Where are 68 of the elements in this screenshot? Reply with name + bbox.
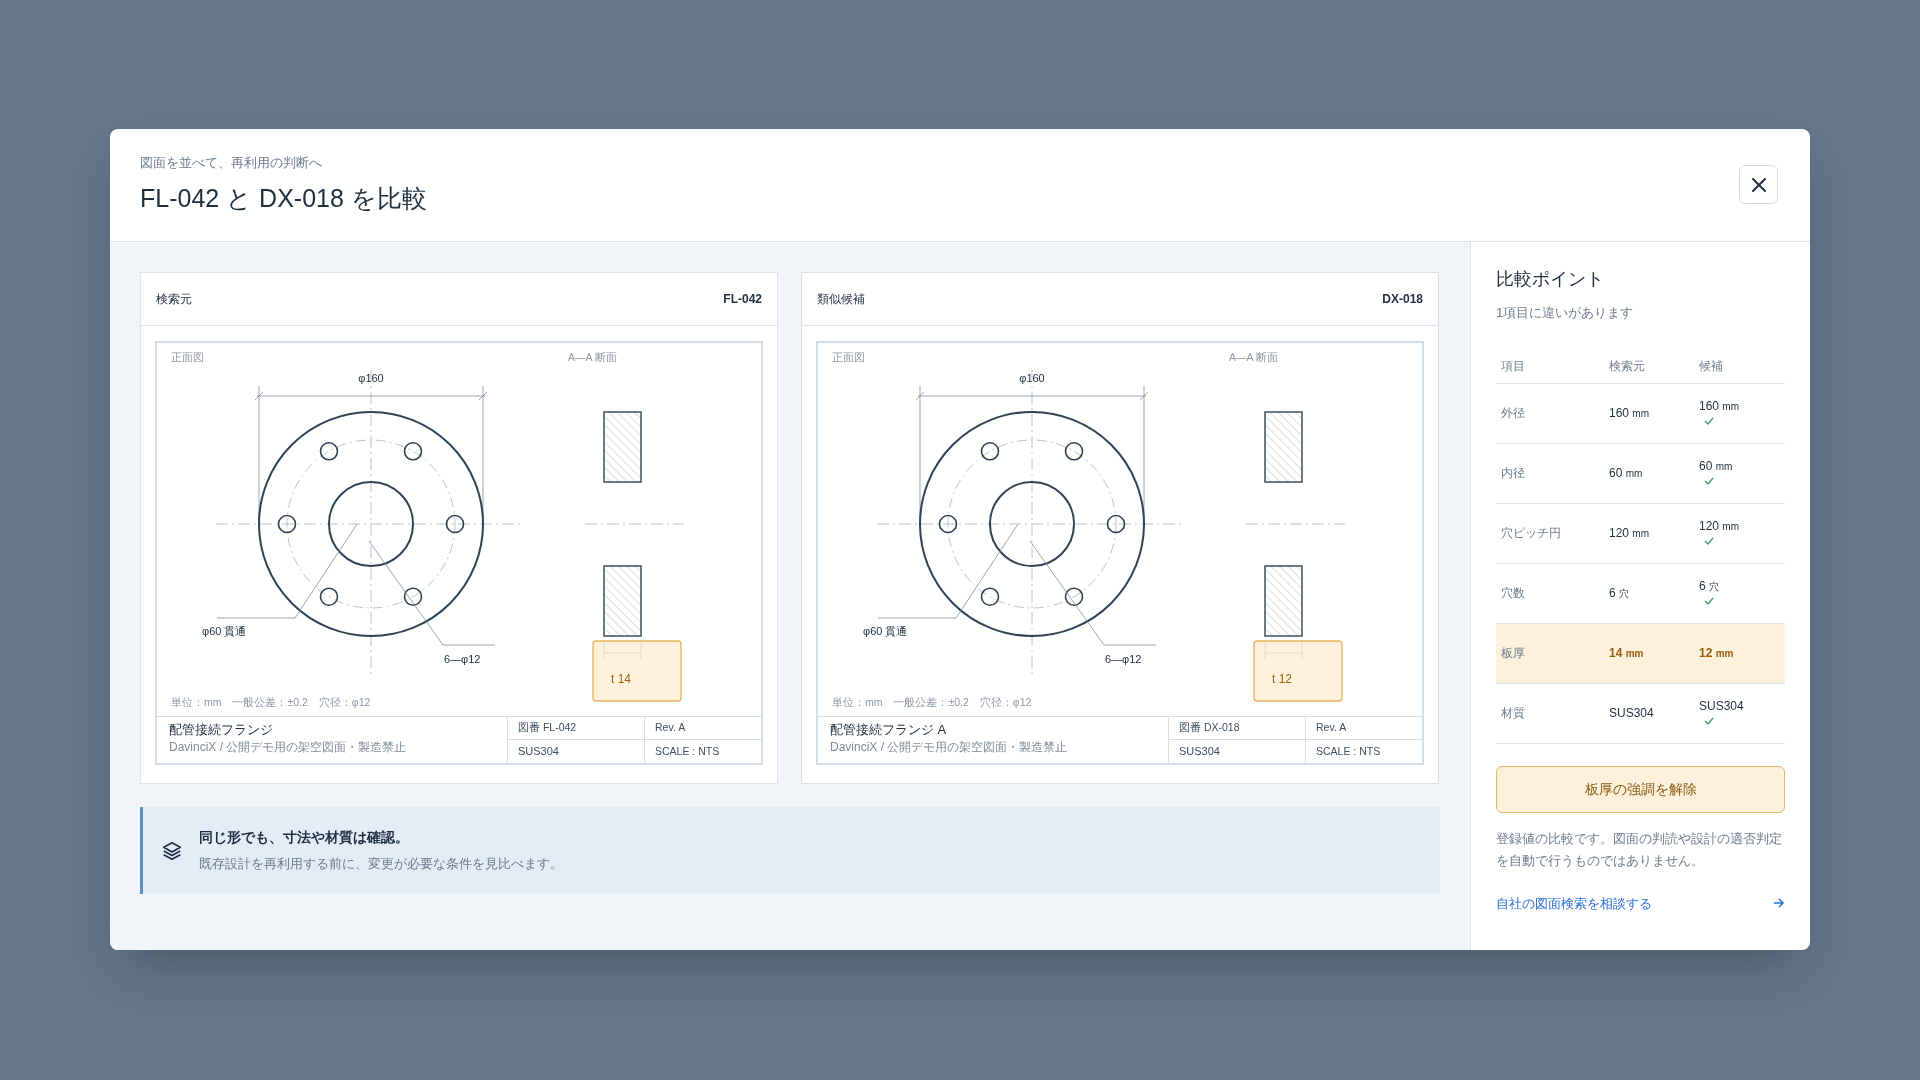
holes-label: 6—φ12	[1105, 653, 1142, 665]
drawing-notes: 単位：mm 一般公差：±0.2 穴径：φ12	[171, 696, 371, 708]
candidate-value: 60 mm	[1699, 458, 1733, 475]
candidate-value: 160 mm	[1699, 398, 1740, 415]
source-value: 120 mm	[1609, 525, 1651, 542]
close-button[interactable]	[1739, 165, 1778, 204]
section-hatch	[1264, 565, 1303, 637]
drawing-code: DX-018	[1382, 291, 1423, 308]
part-name: 配管接続フランジ	[169, 721, 274, 739]
row-label: 材質	[1501, 705, 1526, 722]
unhighlight-button[interactable]: 板厚の強調を解除	[1496, 765, 1785, 813]
view-label: A—A 断面	[1229, 351, 1278, 363]
material: SUS304	[518, 744, 559, 760]
card-role: 検索元	[156, 291, 192, 308]
candidate-value: SUS304	[1699, 698, 1744, 715]
scale: SCALE : NTS	[1316, 743, 1381, 759]
thickness-label: t 12	[1272, 672, 1292, 686]
section-hatch	[603, 411, 642, 483]
source-value: 60 mm	[1609, 465, 1644, 482]
candidate-value: 12 mm	[1699, 645, 1734, 662]
candidate-value: 120 mm	[1699, 518, 1740, 535]
revision: Rev. A	[1316, 720, 1347, 736]
view-label: 正面図	[171, 351, 204, 363]
close-icon	[1750, 176, 1767, 193]
banner-title: 同じ形でも、寸法や材質は確認。	[199, 828, 410, 848]
column-header: 項目	[1501, 357, 1526, 375]
drawing-notes: 単位：mm 一般公差：±0.2 穴径：φ12	[832, 696, 1032, 708]
candidate-value: 6 穴	[1699, 578, 1719, 595]
bore-label: φ60 貫通	[863, 625, 908, 637]
source-value: 6 穴	[1609, 585, 1630, 602]
revision: Rev. A	[655, 720, 686, 736]
column-header: 検索元	[1609, 357, 1646, 375]
banner-text: 既存設計を再利用する前に、変更が必要な条件を見比べます。	[199, 855, 563, 874]
bore-label: φ60 貫通	[202, 625, 247, 637]
column-header: 候補	[1699, 357, 1724, 375]
drawing-code: FL-042	[723, 291, 762, 308]
source-value: 160 mm	[1609, 405, 1651, 422]
material: SUS304	[1179, 744, 1220, 760]
card-role: 類似候補	[817, 291, 865, 308]
sheet-disclaimer: DavinciX / 公開デモ用の架空図面・製造禁止	[830, 740, 1069, 755]
dialog-title: FL-042 と DX-018 を比較	[140, 182, 427, 214]
holes-label: 6—φ12	[444, 653, 481, 665]
dimension-label: φ160	[358, 372, 384, 384]
sheet-disclaimer: DavinciX / 公開デモ用の架空図面・製造禁止	[169, 740, 408, 755]
panel-title: 比較ポイント	[1496, 268, 1605, 291]
panel-disclaimer: 登録値の比較です。図面の判読や設計の適否判定を自動で行うものではありません。	[1496, 829, 1783, 870]
section-hatch	[603, 565, 642, 637]
source-value: 14 mm	[1609, 645, 1645, 662]
row-label: 内径	[1501, 465, 1526, 482]
source-value: SUS304	[1609, 705, 1655, 722]
layers-icon	[161, 839, 183, 862]
panel-summary: 1項目に違いがあります	[1496, 304, 1635, 322]
part-name: 配管接続フランジ A	[830, 721, 948, 739]
arrow-right-icon	[1773, 897, 1785, 910]
row-label: 穴ピッチ円	[1501, 525, 1562, 542]
drawing-number: 図番 DX-018	[1179, 720, 1240, 736]
row-label: 外径	[1501, 405, 1526, 422]
dialog-subtitle: 図面を並べて、再利用の判断へ	[140, 154, 323, 172]
view-label: A—A 断面	[568, 351, 617, 363]
view-label: 正面図	[832, 351, 865, 363]
section-hatch	[1264, 411, 1303, 483]
row-label: 穴数	[1501, 585, 1526, 602]
drawing-number: 図番 FL-042	[518, 720, 577, 736]
row-label: 板厚	[1501, 645, 1526, 662]
scale: SCALE : NTS	[655, 743, 720, 759]
consult-link[interactable]: 自社の図面検索を相談する	[1496, 893, 1785, 913]
dimension-label: φ160	[1019, 372, 1045, 384]
thickness-label: t 14	[611, 672, 631, 686]
